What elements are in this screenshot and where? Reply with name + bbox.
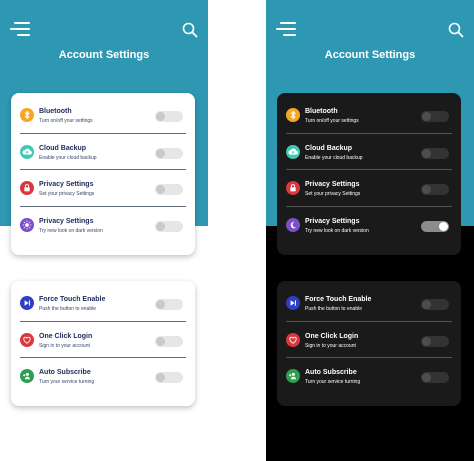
setting-row-auto-subscribe: Auto Subscribe Turn your service turning bbox=[277, 358, 461, 394]
page-title: Account Settings bbox=[324, 49, 416, 61]
setting-row-force-touch-enable: Force Touch Enable Push the button to ena… bbox=[11, 285, 195, 321]
add-user-icon bbox=[20, 369, 34, 383]
dark-screen: Account Settings Bluetooth Turn on/off yo… bbox=[266, 0, 474, 461]
toggle-switch[interactable] bbox=[421, 372, 449, 383]
setting-label: Auto Subscribe bbox=[305, 369, 357, 376]
setting-row-bluetooth: Bluetooth Turn on/off your settings bbox=[277, 97, 461, 133]
toggle-switch[interactable] bbox=[155, 184, 183, 195]
bluetooth-icon bbox=[20, 108, 34, 122]
setting-row-one-click-login: One Click Login Sign in to your account bbox=[277, 322, 461, 358]
play-next-icon bbox=[286, 296, 300, 310]
lock-icon bbox=[286, 181, 300, 195]
setting-description: Sign in to your account bbox=[39, 342, 90, 349]
setting-row-cloud-backup: Cloud Backup Enable your cloud backup bbox=[11, 134, 195, 170]
toggle-knob bbox=[156, 373, 165, 382]
search-icon[interactable] bbox=[448, 22, 464, 38]
setting-description: Enable your cloud backup bbox=[305, 154, 363, 161]
settings-card-secondary: Force Touch Enable Push the button to ena… bbox=[277, 281, 461, 406]
toggle-knob bbox=[422, 336, 431, 346]
cloud-backup-icon bbox=[286, 144, 300, 159]
toggle-switch[interactable] bbox=[421, 335, 449, 347]
setting-row-bluetooth: Bluetooth Turn on/off your settings bbox=[11, 97, 195, 133]
toggle-switch[interactable] bbox=[421, 299, 449, 310]
setting-description: Turn your service turning bbox=[39, 379, 95, 385]
toggle-knob bbox=[422, 112, 431, 121]
setting-description: Set your privacy Settings bbox=[305, 191, 361, 197]
setting-label: Bluetooth bbox=[305, 108, 338, 115]
heart-icon bbox=[286, 332, 300, 347]
setting-row-cloud-backup: Cloud Backup Enable your cloud backup bbox=[277, 134, 461, 170]
toggle-knob bbox=[422, 373, 431, 382]
toggle-switch[interactable] bbox=[155, 220, 183, 232]
setting-description: Turn on/off your settings bbox=[39, 118, 93, 124]
settings-card-primary: Bluetooth Turn on/off your settings Cloud … bbox=[277, 93, 461, 255]
setting-row-auto-subscribe: Auto Subscribe Turn your service turning bbox=[11, 358, 195, 394]
toggle-switch[interactable] bbox=[421, 220, 449, 232]
search-icon[interactable] bbox=[182, 22, 198, 38]
toggle-knob bbox=[156, 148, 165, 158]
toggle-switch[interactable] bbox=[155, 111, 183, 122]
setting-row-privacy-settings: Privacy Settings Set your privacy Setting… bbox=[11, 170, 195, 206]
setting-label: Privacy Settings bbox=[39, 217, 94, 225]
setting-description: Turn your service turning bbox=[305, 379, 361, 385]
toggle-knob bbox=[156, 185, 165, 194]
menu-icon[interactable] bbox=[10, 22, 30, 36]
setting-description: Try new look on dark version bbox=[305, 227, 369, 234]
toggle-switch[interactable] bbox=[421, 111, 449, 122]
toggle-switch[interactable] bbox=[421, 184, 449, 195]
bluetooth-icon bbox=[286, 108, 300, 122]
page-title: Account Settings bbox=[58, 49, 150, 61]
toggle-knob bbox=[422, 148, 431, 158]
add-user-icon bbox=[286, 369, 300, 383]
setting-description: Try new look on dark version bbox=[39, 227, 103, 234]
setting-label: Privacy Settings bbox=[305, 181, 360, 188]
setting-label: Bluetooth bbox=[39, 108, 72, 115]
setting-description: Sign in to your account bbox=[305, 342, 356, 349]
moon-icon bbox=[286, 217, 300, 232]
toggle-switch[interactable] bbox=[155, 372, 183, 383]
setting-label: Privacy Settings bbox=[39, 181, 94, 188]
settings-card-secondary: Force Touch Enable Push the button to ena… bbox=[11, 281, 195, 406]
setting-label: Cloud Backup bbox=[39, 144, 87, 152]
play-next-icon bbox=[20, 296, 34, 310]
setting-label: One Click Login bbox=[39, 332, 93, 340]
toggle-switch[interactable] bbox=[155, 147, 183, 159]
setting-description: Push the button to enable bbox=[305, 306, 362, 312]
toggle-knob bbox=[156, 112, 165, 121]
setting-label: Force Touch Enable bbox=[39, 296, 106, 303]
setting-row-privacy-settings: Privacy Settings Set your privacy Setting… bbox=[277, 170, 461, 206]
setting-label: Privacy Settings bbox=[305, 217, 360, 225]
toggle-knob bbox=[439, 221, 448, 231]
setting-label: Auto Subscribe bbox=[39, 369, 91, 376]
toggle-knob bbox=[422, 300, 431, 309]
toggle-switch[interactable] bbox=[155, 335, 183, 347]
lock-icon bbox=[20, 181, 34, 195]
setting-label: Force Touch Enable bbox=[305, 296, 372, 303]
brightness-icon bbox=[20, 217, 34, 232]
setting-label: Cloud Backup bbox=[305, 144, 353, 152]
setting-description: Turn on/off your settings bbox=[305, 118, 359, 124]
setting-row-one-click-login: One Click Login Sign in to your account bbox=[11, 322, 195, 358]
toggle-knob bbox=[156, 300, 165, 309]
setting-description: Set your privacy Settings bbox=[39, 191, 95, 197]
setting-row-privacy-settings: Privacy Settings Try new look on dark ver… bbox=[11, 207, 195, 243]
setting-description: Push the button to enable bbox=[39, 306, 96, 312]
toggle-knob bbox=[156, 221, 165, 231]
setting-row-privacy-settings: Privacy Settings Try new look on dark ver… bbox=[277, 207, 461, 243]
menu-icon[interactable] bbox=[276, 22, 296, 36]
toggle-knob bbox=[156, 336, 165, 346]
setting-description: Enable your cloud backup bbox=[39, 154, 97, 161]
light-screen: Account Settings Bluetooth Turn on/off yo… bbox=[0, 0, 208, 461]
cloud-backup-icon bbox=[20, 144, 34, 159]
setting-label: One Click Login bbox=[305, 332, 359, 340]
stage: Account Settings Bluetooth Turn on/off yo… bbox=[0, 0, 474, 461]
toggle-switch[interactable] bbox=[421, 147, 449, 159]
settings-card-primary: Bluetooth Turn on/off your settings Cloud … bbox=[11, 93, 195, 255]
toggle-knob bbox=[422, 185, 431, 194]
heart-icon bbox=[20, 332, 34, 347]
toggle-switch[interactable] bbox=[155, 299, 183, 310]
setting-row-force-touch-enable: Force Touch Enable Push the button to ena… bbox=[277, 285, 461, 321]
